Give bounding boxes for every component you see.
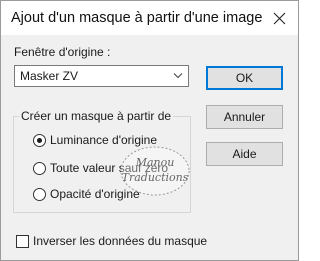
source-window-label: Fenêtre d'origine : <box>14 45 111 59</box>
ok-button[interactable]: OK <box>206 66 283 90</box>
radio-button[interactable] <box>33 133 46 147</box>
chevron-down-icon <box>173 73 183 79</box>
close-button[interactable] <box>264 3 294 33</box>
invert-mask-checkbox[interactable] <box>16 234 29 248</box>
svg-text:Manou: Manou <box>135 156 175 169</box>
invert-mask-checkbox-row[interactable]: Inverser les données du masque <box>16 233 207 249</box>
svg-text:Traductions: Traductions <box>122 171 189 184</box>
cancel-button[interactable]: Annuler <box>206 105 283 129</box>
group-legend: Créer un masque à partir de <box>19 109 174 123</box>
close-icon <box>273 12 285 24</box>
dialog-title: Ajout d'un masque à partir d'une image <box>11 10 263 26</box>
help-button[interactable]: Aide <box>206 142 283 166</box>
source-window-select[interactable]: Masker ZV <box>14 65 189 87</box>
source-window-value: Masker ZV <box>20 69 79 83</box>
mask-from-image-dialog: Ajout d'un masque à partir d'une image F… <box>0 0 299 261</box>
watermark-stamp: Manou Traductions <box>120 146 190 196</box>
invert-mask-label: Inverser les données du masque <box>33 234 208 248</box>
radio-button[interactable] <box>33 161 46 175</box>
radio-button[interactable] <box>33 187 46 201</box>
title-bar: Ajout d'un masque à partir d'une image <box>1 1 298 35</box>
